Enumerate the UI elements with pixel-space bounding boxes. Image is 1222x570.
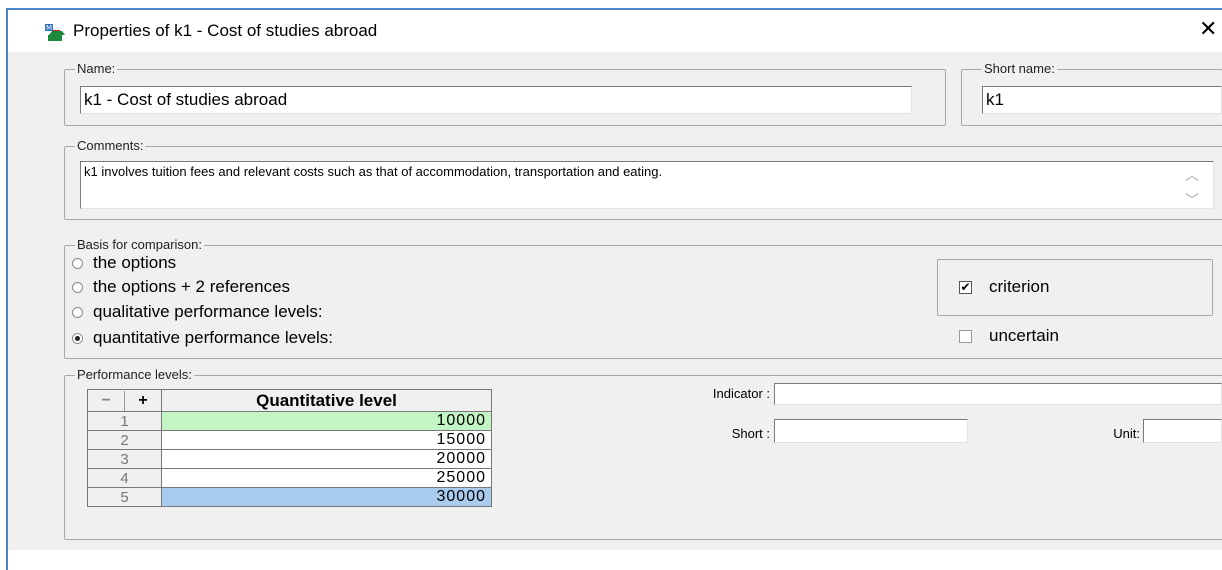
row-number: 2 — [87, 430, 162, 450]
checkbox-unchecked[interactable] — [959, 329, 972, 343]
level-cell[interactable]: 15000 — [161, 430, 492, 450]
table-row[interactable]: 3 20000 — [87, 449, 492, 469]
level-cell[interactable]: 25000 — [161, 468, 492, 488]
radio-label: the options + 2 references — [93, 277, 291, 296]
indicator-label: Indicator : — [712, 386, 770, 401]
remove-level-button[interactable]: − — [88, 390, 125, 411]
table-row[interactable]: 2 15000 — [87, 430, 492, 450]
row-number: 5 — [87, 487, 162, 507]
short-name-legend: Short name: — [982, 61, 1057, 77]
checkbox-label: uncertain — [989, 326, 1059, 345]
app-icon: M — [45, 24, 65, 41]
radio-button-selected[interactable] — [72, 332, 83, 344]
indicator-field[interactable] — [774, 383, 1222, 405]
column-header: Quantitative level — [161, 389, 492, 412]
short-name-field[interactable]: k1 — [982, 86, 1222, 114]
radio-qualitative-levels[interactable]: qualitative performance levels: — [72, 301, 323, 323]
grid-buttons-header: − + — [87, 389, 162, 412]
radio-quantitative-levels[interactable]: quantitative performance levels: — [72, 327, 333, 349]
level-cell[interactable]: 20000 — [161, 449, 492, 469]
window-title: Properties of k1 - Cost of studies abroa… — [73, 21, 378, 40]
radio-button[interactable] — [72, 257, 83, 269]
comments-field[interactable]: k1 involves tuition fees and relevant co… — [80, 161, 1214, 209]
radio-button[interactable] — [72, 281, 83, 293]
levels-grid: − + Quantitative level 1 10000 2 15000 3… — [87, 389, 492, 507]
name-field[interactable]: k1 - Cost of studies abroad — [80, 86, 912, 114]
close-icon[interactable]: ✕ — [1199, 17, 1217, 41]
svg-text:M: M — [46, 24, 52, 32]
row-number: 4 — [87, 468, 162, 488]
table-row[interactable]: 5 30000 — [87, 487, 492, 507]
comments-legend: Comments: — [75, 138, 146, 154]
scroll-up-icon[interactable]: ︿ — [1182, 165, 1202, 185]
radio-label: qualitative performance levels: — [93, 302, 323, 321]
criterion-checkbox[interactable]: ✔ criterion — [959, 277, 1049, 297]
performance-legend: Performance levels: — [75, 367, 194, 383]
radio-label: the options — [93, 253, 177, 272]
level-cell[interactable]: 10000 — [161, 411, 492, 431]
level-cell[interactable]: 30000 — [161, 487, 492, 507]
radio-options-plus-references[interactable]: the options + 2 references — [72, 276, 290, 298]
checkbox-checked[interactable]: ✔ — [959, 280, 972, 294]
row-number: 3 — [87, 449, 162, 469]
unit-label: Unit: — [1113, 426, 1140, 441]
uncertain-checkbox[interactable]: uncertain — [959, 326, 1059, 346]
radio-label: quantitative performance levels: — [93, 328, 334, 347]
short-label: Short : — [731, 426, 770, 441]
name-legend: Name: — [75, 61, 118, 77]
add-level-button[interactable]: + — [125, 391, 161, 411]
short-field[interactable] — [774, 419, 968, 443]
radio-the-options[interactable]: the options — [72, 252, 176, 274]
row-number: 1 — [87, 411, 162, 431]
scroll-down-icon[interactable]: ﹀ — [1182, 190, 1202, 210]
checkbox-label: criterion — [989, 277, 1050, 296]
table-row[interactable]: 1 10000 — [87, 411, 492, 431]
unit-field[interactable] — [1143, 419, 1222, 443]
table-row[interactable]: 4 25000 — [87, 468, 492, 488]
radio-button[interactable] — [72, 306, 83, 318]
basis-legend: Basis for comparison: — [75, 237, 204, 253]
